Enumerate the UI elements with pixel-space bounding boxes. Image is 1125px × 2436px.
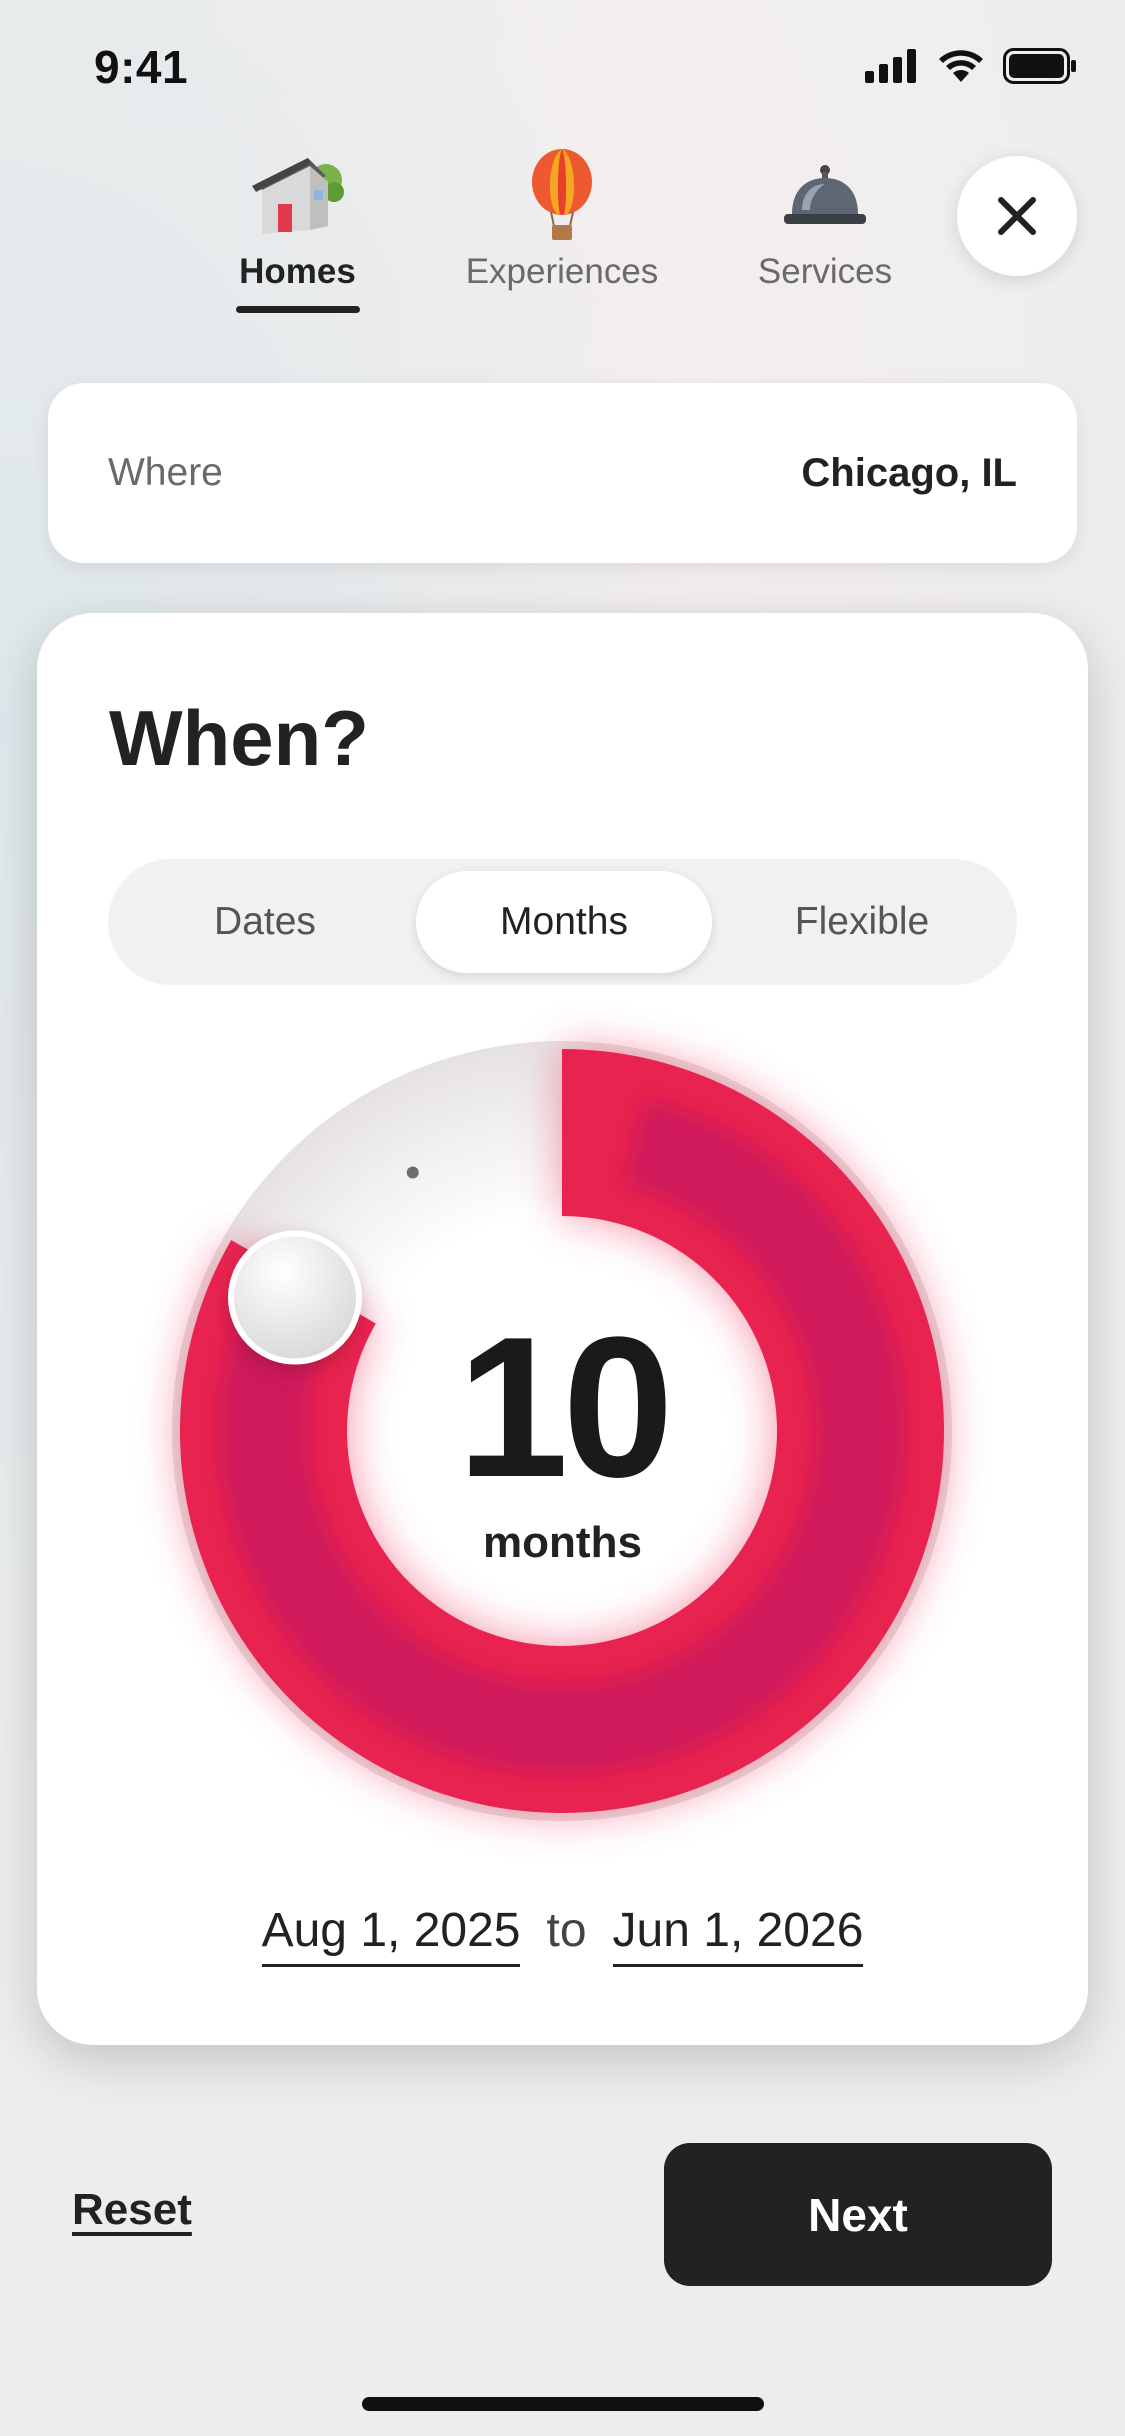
segment-dates[interactable]: Dates: [108, 871, 422, 973]
tab-services[interactable]: Services: [748, 140, 902, 292]
hot-air-balloon-icon: [507, 140, 617, 250]
where-card[interactable]: Where Chicago, IL: [48, 383, 1077, 563]
status-bar: 9:41: [0, 0, 1125, 140]
close-button[interactable]: [957, 156, 1077, 276]
battery-icon: [1003, 48, 1076, 84]
cellular-signal-icon: [865, 49, 916, 83]
next-button[interactable]: Next: [664, 2143, 1052, 2286]
segment-months[interactable]: Months: [416, 871, 712, 973]
tab-label: Homes: [239, 252, 356, 291]
home-indicator: [362, 2397, 764, 2411]
tab-label: Services: [757, 252, 893, 291]
range-connector: to: [546, 1904, 587, 1957]
status-time: 9:41: [94, 41, 189, 93]
where-label: Where: [108, 451, 223, 494]
house-icon: [243, 140, 353, 250]
tab-label: Experiences: [465, 252, 659, 291]
date-mode-segmented-control: Dates Months Flexible: [108, 859, 1017, 985]
wifi-icon: [939, 50, 983, 82]
end-date[interactable]: Jun 1, 2026: [612, 1903, 864, 1967]
tab-homes[interactable]: Homes: [220, 140, 375, 313]
when-card: When? Dates Months Flexible 10 months Au…: [37, 613, 1088, 2045]
reset-button[interactable]: Reset: [72, 2185, 192, 2235]
status-icons: [865, 48, 1077, 84]
date-range: Aug 1, 2025 to Jun 1, 2026: [37, 1903, 1088, 1967]
service-bell-icon: [770, 140, 880, 250]
segment-flexible[interactable]: Flexible: [712, 871, 1012, 973]
close-icon: [998, 197, 1036, 235]
start-date[interactable]: Aug 1, 2025: [261, 1903, 521, 1967]
tab-experiences[interactable]: Experiences: [448, 140, 676, 292]
category-tabs: Homes Experiences Services: [0, 140, 1125, 320]
when-title: When?: [109, 694, 369, 782]
months-dial: [172, 1041, 952, 1821]
active-tab-indicator: [235, 306, 360, 313]
dial-tick-dot: [406, 1166, 419, 1179]
where-value: Chicago, IL: [801, 450, 1017, 495]
months-count: 10: [457, 1296, 673, 1519]
months-unit: months: [483, 1518, 642, 1567]
